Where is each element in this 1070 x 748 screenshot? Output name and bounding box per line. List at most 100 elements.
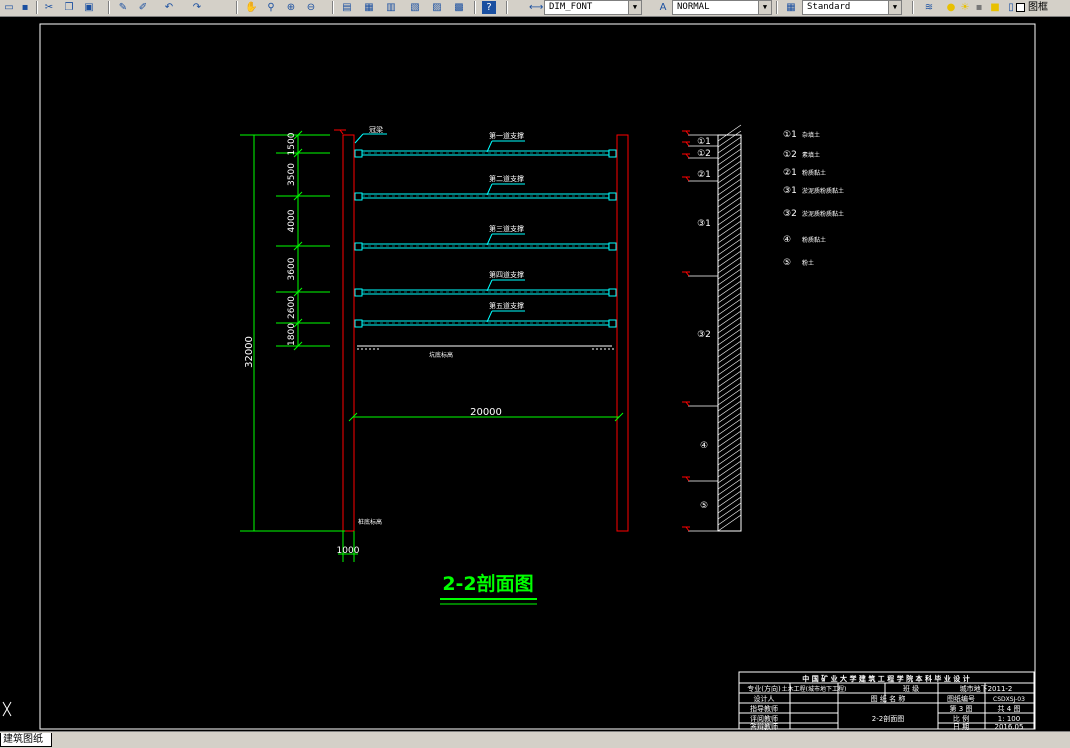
- soil-hatch: [717, 274, 742, 292]
- markup-icon[interactable]: ▨: [430, 1, 444, 14]
- elevation-mark: [685, 271, 690, 277]
- titleblock-total: 共 4 图: [998, 704, 1021, 713]
- cut-icon[interactable]: ✂: [42, 1, 56, 14]
- frame-checkbox[interactable]: [1016, 3, 1025, 12]
- soil-hatch: [717, 502, 742, 520]
- dimension-style-select-value: DIM_FONT: [549, 2, 593, 12]
- undo-icon[interactable]: ↶: [162, 1, 176, 14]
- toolbar-separator: [474, 1, 476, 14]
- calculator-icon[interactable]: ▩: [452, 1, 466, 14]
- legend-name: 杂填土: [802, 131, 820, 139]
- crown-leader: [354, 133, 364, 144]
- pan-icon[interactable]: ✋: [244, 1, 258, 14]
- elevation-mark: [685, 476, 690, 482]
- waling-left: [354, 149, 363, 158]
- save-icon[interactable]: ▪: [18, 1, 32, 14]
- soil-hatch: [717, 262, 742, 280]
- design-center-icon[interactable]: ▦: [362, 1, 376, 14]
- soil-column: [717, 134, 742, 532]
- soil-hatch: [717, 244, 742, 262]
- strut-label: 第四道支撑: [489, 270, 524, 279]
- pile-bottom-label: 桩底标高: [358, 518, 382, 526]
- soil-hatch: [717, 196, 742, 214]
- standard-toolbar: ▭ ▪ ✂ ❐ ▣ ✎ ✐ ↶ ↷ ✋ ⚲ ⊕ ⊖ ▤ ▦ ▥ ▧ ▨ ▩? ⟷ DIM_FONT ▼ A NORMAL ▼ ▦ S…: [0, 0, 1070, 17]
- layers-icon[interactable]: ≋: [922, 1, 936, 14]
- tool-palette-icon[interactable]: ▥: [384, 1, 398, 14]
- chevron-down-icon[interactable]: ▼: [758, 1, 771, 14]
- soil-hatch: [717, 202, 742, 220]
- soil-hatch: [717, 220, 742, 238]
- properties-icon[interactable]: ▤: [340, 1, 354, 14]
- color-icon[interactable]: ■: [988, 1, 1002, 14]
- help-icon[interactable]: ?: [482, 1, 496, 14]
- strut-label: 第二道支撑: [489, 174, 524, 183]
- zoom-previous-icon[interactable]: ⊖: [304, 1, 318, 14]
- copy-icon[interactable]: ❐: [62, 1, 76, 14]
- table-style-icon[interactable]: ▦: [784, 1, 798, 14]
- soil-hatch: [717, 508, 742, 526]
- brush-icon[interactable]: ✐: [136, 1, 150, 14]
- soil-hatch: [717, 310, 742, 328]
- strut-leader: [486, 140, 493, 153]
- chevron-down-icon[interactable]: ▼: [628, 1, 641, 14]
- zoom-realtime-icon[interactable]: ⚲: [264, 1, 278, 14]
- soil-hatch: [717, 298, 742, 316]
- dim-segment-label: 4000: [287, 209, 297, 232]
- dimension-style-select[interactable]: DIM_FONT ▼: [544, 0, 642, 15]
- soil-hatch: [717, 454, 742, 472]
- chevron-down-icon[interactable]: ▼: [888, 1, 901, 14]
- redo-icon[interactable]: ↷: [190, 1, 204, 14]
- strut-leader: [486, 233, 493, 246]
- toolbar-separator: [108, 1, 110, 14]
- legend-name: 淤泥质粉质黏土: [802, 210, 844, 218]
- text-style-icon[interactable]: A: [656, 1, 670, 14]
- crown-beam-label: 冠梁: [369, 125, 383, 134]
- soil-hatch: [717, 412, 742, 430]
- lightbulb-icon[interactable]: ●: [944, 1, 958, 14]
- open-icon[interactable]: ▭: [2, 1, 16, 14]
- soil-hatch: [717, 328, 742, 346]
- toolbar-separator: [912, 1, 914, 14]
- soil-layer-symbol: ①2: [697, 149, 711, 159]
- sheet-set-icon[interactable]: ▧: [408, 1, 422, 14]
- soil-layer-symbol: ③1: [697, 219, 711, 229]
- waling-right: [608, 192, 617, 201]
- sun-icon[interactable]: ☀: [958, 1, 972, 14]
- strut-label: 第五道支撑: [489, 301, 524, 310]
- elevation-mark: [685, 141, 690, 147]
- soil-hatch: [717, 478, 742, 496]
- titleblock-class: 城市地下2011-2: [960, 684, 1013, 693]
- soil-hatch: [717, 370, 742, 388]
- zoom-window-icon[interactable]: ⊕: [284, 1, 298, 14]
- table-style-select-value: Standard: [807, 2, 851, 12]
- dim-segment-label: 1800: [287, 323, 297, 346]
- table-style-select[interactable]: Standard ▼: [802, 0, 902, 15]
- text-style-select[interactable]: NORMAL ▼: [672, 0, 772, 15]
- lock-icon[interactable]: ▪: [972, 1, 986, 14]
- legend-symbol: ②1: [783, 168, 797, 178]
- tab-layout[interactable]: 建筑图纸: [0, 733, 52, 747]
- title-block: 中 国 矿 业 大 学 建 筑 工 程 学 院 本 科 毕 业 设 计 专业(方…: [738, 671, 1035, 731]
- soil-hatch: [717, 436, 742, 454]
- legend-name: 粉质黏土: [802, 169, 826, 177]
- soil-hatch: [717, 346, 742, 364]
- titleblock-class-label: 班 级: [903, 684, 919, 693]
- drawing-canvas[interactable]: 1500 3500 4000 3600 2600 1800 第一道支撑第二道支撑第三道支撑第…: [0, 17, 1070, 731]
- soil-hatch: [717, 250, 742, 268]
- dimension-style-icon[interactable]: ⟷: [528, 1, 543, 14]
- paste-icon[interactable]: ▣: [82, 1, 96, 14]
- left-diaphragm-wall: [342, 134, 355, 532]
- soil-hatch: [717, 514, 742, 532]
- waling-left: [354, 319, 363, 328]
- elevation-mark: [685, 526, 690, 532]
- soil-hatch: [717, 352, 742, 370]
- waling-right: [608, 149, 617, 158]
- soil-hatch: [717, 394, 742, 412]
- legend-symbol: ⑤: [783, 258, 791, 268]
- match-properties-icon[interactable]: ✎: [116, 1, 130, 14]
- frame-layer-label: 图框: [1028, 2, 1048, 13]
- titleblock-date-label: 日 期: [953, 723, 969, 731]
- soil-hatch: [717, 442, 742, 460]
- titleblock-sheet: 第 3 图: [950, 704, 973, 713]
- soil-hatch: [717, 142, 742, 160]
